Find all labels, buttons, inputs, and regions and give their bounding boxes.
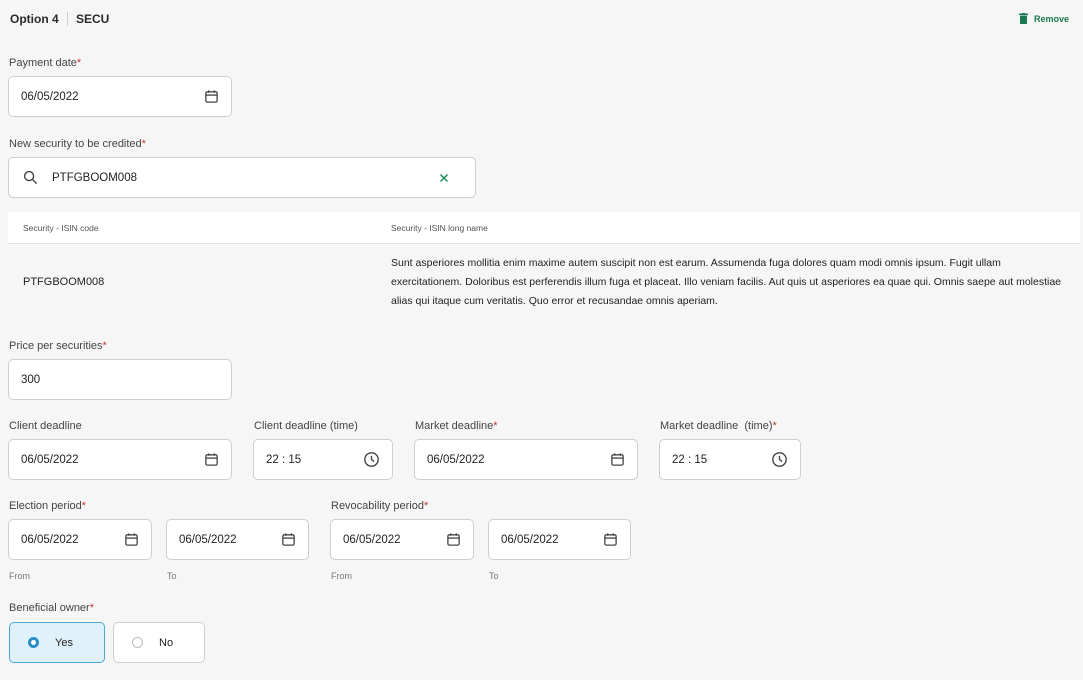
calendar-icon[interactable]	[124, 532, 139, 547]
beneficial-owner-no-radio[interactable]: No	[113, 622, 205, 663]
beneficial-owner-yes-label: Yes	[55, 636, 73, 649]
beneficial-owner-label: Beneficial owner*	[9, 602, 94, 614]
title-divider	[67, 12, 68, 26]
market-deadline-time-label: Market deadline (time)*	[660, 420, 777, 432]
clock-icon[interactable]	[363, 451, 380, 468]
option-title: Option 4	[10, 12, 59, 26]
calendar-icon[interactable]	[603, 532, 618, 547]
option-type: SECU	[76, 12, 110, 26]
trash-icon	[1018, 13, 1028, 24]
new-security-value: PTFGBOOM008	[52, 171, 137, 184]
election-period-from-field[interactable]: 06/05/2022	[8, 519, 152, 560]
election-period-to-label: To	[167, 571, 177, 581]
search-icon	[23, 170, 38, 185]
calendar-icon[interactable]	[610, 452, 625, 467]
remove-button[interactable]: Remove	[1018, 13, 1069, 24]
column-isin-long-name: Security - ISIN long name	[391, 223, 488, 233]
market-deadline-time-value: 22 : 15	[672, 453, 708, 466]
client-deadline-time-label: Client deadline (time)	[254, 420, 358, 432]
revocability-period-from-value: 06/05/2022	[343, 533, 401, 546]
market-deadline-time-field[interactable]: 22 : 15	[659, 439, 801, 480]
election-period-to-field[interactable]: 06/05/2022	[166, 519, 309, 560]
beneficial-owner-no-label: No	[159, 636, 174, 649]
column-isin-code: Security - ISIN code	[23, 223, 99, 233]
clock-icon[interactable]	[771, 451, 788, 468]
radio-selected-icon	[28, 637, 39, 648]
calendar-icon[interactable]	[204, 452, 219, 467]
security-table-header: Security - ISIN code Security - ISIN lon…	[8, 212, 1080, 244]
price-label: Price per securities*	[9, 340, 107, 352]
client-deadline-field[interactable]: 06/05/2022	[8, 439, 232, 480]
market-deadline-label: Market deadline*	[415, 420, 498, 432]
revocability-period-label: Revocability period*	[331, 500, 429, 512]
revocability-period-to-value: 06/05/2022	[501, 533, 559, 546]
beneficial-owner-yes-radio[interactable]: Yes	[9, 622, 105, 663]
market-deadline-value: 06/05/2022	[427, 453, 485, 466]
table-row-isin: PTFGBOOM008	[23, 276, 105, 288]
client-deadline-time-value: 22 : 15	[266, 453, 302, 466]
price-value: 300	[21, 373, 41, 386]
election-period-from-label: From	[9, 571, 30, 581]
table-row-long-name: Sunt asperiores mollitia enim maxime aut…	[391, 257, 1062, 307]
client-deadline-value: 06/05/2022	[21, 453, 79, 466]
election-period-from-value: 06/05/2022	[21, 533, 79, 546]
election-period-to-value: 06/05/2022	[179, 533, 237, 546]
client-deadline-time-field[interactable]: 22 : 15	[253, 439, 393, 480]
client-deadline-label: Client deadline	[9, 420, 82, 432]
revocability-period-to-label: To	[489, 571, 499, 581]
payment-date-field[interactable]: 06/05/2022	[8, 76, 232, 117]
new-security-label: New security to be credited*	[9, 138, 146, 150]
new-security-search-field[interactable]: PTFGBOOM008	[8, 157, 476, 198]
remove-label: Remove	[1033, 13, 1069, 24]
radio-unselected-icon	[132, 637, 143, 648]
election-period-label: Election period*	[9, 500, 87, 512]
price-input[interactable]: 300	[8, 359, 232, 400]
payment-date-value: 06/05/2022	[21, 90, 79, 103]
market-deadline-field[interactable]: 06/05/2022	[414, 439, 638, 480]
clear-icon[interactable]	[439, 173, 449, 183]
calendar-icon[interactable]	[204, 89, 219, 104]
calendar-icon[interactable]	[446, 532, 461, 547]
revocability-period-to-field[interactable]: 06/05/2022	[488, 519, 631, 560]
calendar-icon[interactable]	[281, 532, 296, 547]
payment-date-label: Payment date*	[9, 57, 82, 69]
revocability-period-from-label: From	[331, 571, 352, 581]
revocability-period-from-field[interactable]: 06/05/2022	[330, 519, 474, 560]
